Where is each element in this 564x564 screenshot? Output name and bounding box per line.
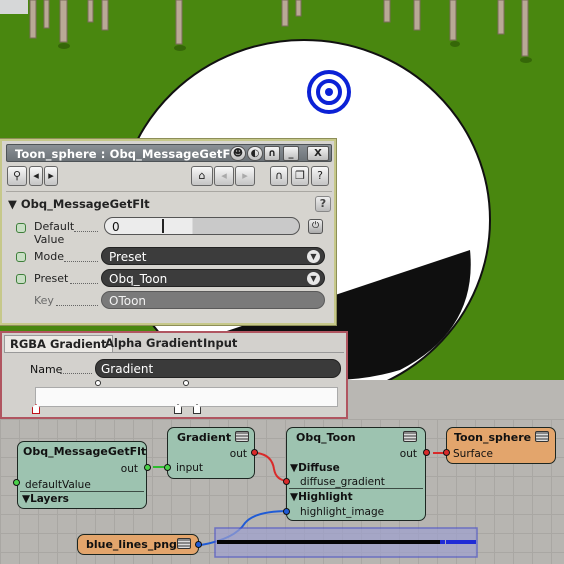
output-label: out [399,448,417,460]
node-title: blue_lines_png [86,538,177,551]
node-message-get-flt[interactable]: Obq_MessageGetFlt out defaultValue ▼Laye… [17,441,147,509]
key-value: OToon [109,294,147,308]
node-title: Obq_Toon [296,431,356,444]
leader-dots [74,231,98,232]
close-button[interactable]: X [307,146,329,161]
divider [289,488,423,489]
interpolation-handle[interactable] [95,380,101,386]
node-gradient[interactable]: Gradient out input [167,427,255,479]
node-toon-sphere[interactable]: Toon_sphere Surface [446,427,556,464]
interpolation-handle[interactable] [183,380,189,386]
gradient-tabs: RGBA Gradient Alpha Gradient Input [4,335,344,353]
preset-value: Obq_Toon [109,272,168,286]
gradient-editor-panel: RGBA Gradient Alpha Gradient Input Name … [0,331,348,419]
leader-dots [64,261,98,262]
chevron-down-icon: ▼ [307,250,320,263]
leader-dots [56,305,98,306]
sphere-icon[interactable]: ◐ [247,146,263,161]
nav-right-icon[interactable]: ▸ [235,166,255,186]
node-title: Gradient [177,431,232,444]
slider-handle[interactable] [162,219,164,233]
mode-dropdown[interactable]: Preset ▼ [101,247,325,265]
menu-icon[interactable] [403,431,417,442]
distant-object [0,0,28,14]
section-title: Obq_MessageGetFlt [20,197,150,211]
input-port[interactable] [164,464,171,471]
title-bar[interactable]: Toon_sphere : Obq_MessageGetFlt ☻ ◐ ∩ _ … [6,144,332,162]
preset-dropdown[interactable]: Obq_Toon ▼ [101,269,325,287]
output-port[interactable] [423,449,430,456]
tab-rgba-gradient[interactable]: RGBA Gradient [4,335,113,353]
default-value-label: Default Value [34,220,75,246]
back-arrow-icon[interactable]: ◂ [29,166,43,186]
connect-plug-icon[interactable]: ⏻ [308,219,323,234]
wire-gradient-to-toon [256,452,290,482]
name-label: Name [30,363,63,376]
help-icon[interactable]: ? [311,166,329,186]
gradient-name-input[interactable]: Gradient [95,359,341,378]
nav-left-icon[interactable]: ◂ [214,166,234,186]
magnet-icon[interactable]: ∩ [270,166,288,186]
home-icon[interactable]: ⌂ [191,166,213,186]
default-value-slider[interactable]: 0 [104,217,300,235]
copy-icon[interactable]: ❐ [291,166,309,186]
param-diffuse-gradient: diffuse_gradient [300,476,385,488]
section-help-icon[interactable]: ? [315,196,331,212]
group-diffuse[interactable]: ▼Diffuse [290,462,340,474]
menu-icon[interactable] [235,431,249,442]
gradient-ramp[interactable] [35,387,338,407]
node-obq-toon[interactable]: Obq_Toon out ▼Diffuse diffuse_gradient ▼… [286,427,426,521]
param-surface: Surface [453,448,494,460]
input-port[interactable] [283,508,290,515]
attribute-editor-window: Toon_sphere : Obq_MessageGetFlt ☻ ◐ ∩ _ … [0,139,336,325]
toolbar: ⚲ ◂ ▸ ⌂ ◂ ▸ ∩ ❐ ? [7,166,331,188]
input-port[interactable] [283,478,290,485]
menu-icon[interactable] [535,431,549,442]
leader-dots [70,283,98,284]
forward-arrow-icon[interactable]: ▸ [44,166,58,186]
tab-input[interactable]: Input [198,335,242,353]
inspect-icon[interactable]: ⚲ [7,166,27,186]
animate-toggle-default-value[interactable] [16,223,26,233]
render-tree-graph[interactable]: Obq_MessageGetFlt out defaultValue ▼Laye… [0,419,564,564]
output-port[interactable] [195,541,202,548]
output-port[interactable] [251,449,258,456]
mask-icon[interactable]: ☻ [230,146,246,161]
window-title: Toon_sphere : Obq_MessageGetFlt [15,147,241,161]
lock-icon[interactable]: ∩ [264,146,280,161]
divider [20,491,144,492]
key-field[interactable]: OToon [101,291,325,309]
input-port[interactable] [13,479,20,486]
menu-icon[interactable] [177,538,191,549]
section-header[interactable]: ▼ Obq_MessageGetFlt [8,197,150,211]
key-label: Key [34,294,54,307]
output-label: out [229,448,247,460]
default-value-text: 0 [112,220,120,234]
param-default-value: defaultValue [25,479,91,491]
param-highlight-image: highlight_image [300,506,385,518]
animate-toggle-preset[interactable] [16,274,26,284]
group-highlight[interactable]: ▼Highlight [290,491,353,503]
node-title: Obq_MessageGetFlt [23,445,147,458]
minimize-button[interactable]: _ [283,146,299,161]
mode-value: Preset [109,250,147,264]
param-input: input [176,462,204,474]
output-port[interactable] [144,464,151,471]
mode-label: Mode [34,250,64,263]
node-blue-lines-png[interactable]: blue_lines_png [77,534,199,555]
tab-alpha-gradient[interactable]: Alpha Gradient [100,335,208,353]
leader-dots [60,373,92,374]
divider [4,352,344,353]
node-title: Toon_sphere [454,431,532,444]
group-layers[interactable]: ▼Layers [22,493,69,505]
animate-toggle-mode[interactable] [16,252,26,262]
input-port[interactable] [443,449,450,456]
output-label: out [120,463,138,475]
divider [6,191,332,192]
preset-label: Preset [34,272,69,285]
chevron-down-icon: ▼ [307,272,320,285]
